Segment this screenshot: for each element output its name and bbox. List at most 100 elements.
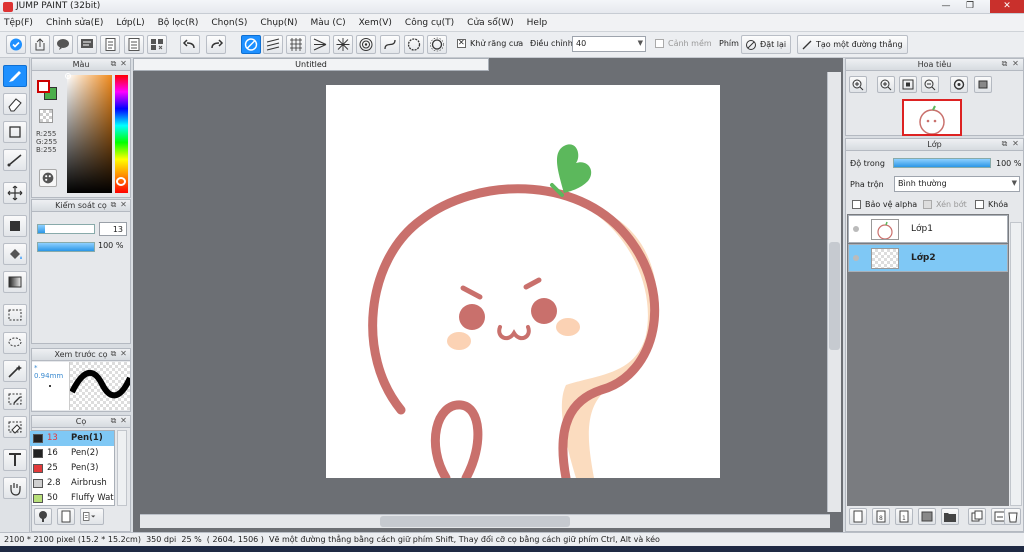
export-icon[interactable] <box>30 35 50 54</box>
menu-select[interactable]: Chọn(S) <box>211 18 247 28</box>
undo-icon[interactable] <box>180 35 200 54</box>
zoom-out-button[interactable] <box>921 76 939 93</box>
brush-size-slider[interactable] <box>37 224 95 234</box>
navigator-thumbnail[interactable] <box>902 99 962 136</box>
curve-ruler-icon[interactable] <box>380 35 400 54</box>
brush-list-scrollbar[interactable] <box>117 430 127 506</box>
panel-close-icon[interactable]: ✕ <box>1011 140 1020 149</box>
layer-opacity-slider[interactable] <box>893 158 991 168</box>
brush-item[interactable]: 50 Fluffy Wat <box>30 491 114 506</box>
clip-checkbox[interactable] <box>923 200 932 209</box>
reset-view-button[interactable] <box>974 76 992 93</box>
document-icon[interactable] <box>100 35 120 54</box>
panel-float-icon[interactable]: ⧉ <box>109 201 118 210</box>
line-tool[interactable] <box>3 149 27 171</box>
brush-item[interactable]: 16 Pen(2) <box>30 446 114 461</box>
menu-filter[interactable]: Bộ lọc(R) <box>158 18 199 28</box>
canvas-horizontal-scrollbar[interactable] <box>140 514 830 528</box>
brush-tool[interactable] <box>3 65 27 87</box>
new-folder-button[interactable] <box>941 508 959 525</box>
panel-float-icon[interactable]: ⧉ <box>109 417 118 426</box>
new-layer-button[interactable] <box>849 508 867 525</box>
select-eraser-tool[interactable] <box>3 416 27 438</box>
warning-checkbox[interactable] <box>655 39 664 48</box>
color-saturation-field[interactable] <box>67 75 112 193</box>
add-brush-button[interactable] <box>34 508 52 525</box>
magic-wand-tool[interactable] <box>3 360 27 382</box>
protect-alpha-checkbox[interactable] <box>852 200 861 209</box>
copy-layer-button[interactable] <box>968 508 986 525</box>
concentric-circle-icon[interactable] <box>356 35 376 54</box>
move-tool[interactable] <box>3 182 27 204</box>
reset-button[interactable]: Đặt lại <box>741 35 792 54</box>
transparent-color-swatch[interactable] <box>39 109 53 123</box>
panel-close-icon[interactable]: ✕ <box>119 417 128 426</box>
menu-layer[interactable]: Lớp(L) <box>116 18 144 28</box>
hue-slider[interactable] <box>115 75 128 193</box>
panel-float-icon[interactable]: ⧉ <box>1000 140 1009 149</box>
vertical-scroll-thumb[interactable] <box>829 242 840 350</box>
adjust-select[interactable]: 40 ▼ <box>572 36 646 52</box>
zoom-in-button[interactable] <box>877 76 895 93</box>
gear-ruler-icon[interactable] <box>427 35 447 54</box>
maximize-button[interactable]: ❐ <box>959 0 981 13</box>
no-ruler-icon[interactable] <box>241 35 261 54</box>
brush-opacity-slider[interactable] <box>37 242 95 252</box>
horizontal-scroll-thumb[interactable] <box>380 516 570 527</box>
new-brush-button[interactable] <box>57 508 75 525</box>
document-tab[interactable]: Untitled <box>133 58 489 71</box>
radial-lines-icon[interactable] <box>333 35 353 54</box>
rectangle-tool[interactable] <box>3 121 27 143</box>
menu-file[interactable]: Tệp(F) <box>4 18 33 28</box>
menu-tools[interactable]: Công cụ(T) <box>405 18 454 28</box>
select-rect-tool[interactable] <box>3 304 27 326</box>
brush-item[interactable]: 2.8 Airbrush <box>30 476 114 491</box>
bucket-tool[interactable] <box>3 243 27 265</box>
brush-menu-button[interactable] <box>80 508 104 525</box>
perspective-icon[interactable] <box>310 35 330 54</box>
zoom-in-small-button[interactable] <box>849 76 867 93</box>
rotate-button[interactable] <box>950 76 968 93</box>
close-button[interactable]: ✕ <box>990 0 1024 13</box>
drawing-canvas[interactable] <box>326 85 720 483</box>
menu-window[interactable]: Cửa sổ(W) <box>467 18 513 28</box>
document-list-icon[interactable] <box>124 35 144 54</box>
brush-item[interactable]: 13 Pen(1) <box>30 431 114 446</box>
panel-float-icon[interactable]: ⧉ <box>1000 60 1009 69</box>
message-icon[interactable] <box>77 35 97 54</box>
hand-tool[interactable] <box>3 477 27 499</box>
menu-view[interactable]: Xem(V) <box>359 18 392 28</box>
menu-edit[interactable]: Chỉnh sửa(E) <box>46 18 103 28</box>
layer-list-scrollbar[interactable] <box>1010 222 1022 506</box>
grid-settings-icon[interactable] <box>147 35 167 54</box>
panel-close-icon[interactable]: ✕ <box>119 60 128 69</box>
panel-float-icon[interactable]: ⧉ <box>109 350 118 359</box>
antialias-checkbox[interactable] <box>457 38 466 48</box>
new-layer-1bit-button[interactable]: 1 <box>895 508 913 525</box>
eraser-tool[interactable] <box>3 93 27 115</box>
blend-mode-select[interactable]: Bình thường ▼ <box>894 176 1020 192</box>
color-picker-cursor[interactable] <box>65 73 71 79</box>
gradient-tool[interactable] <box>3 271 27 293</box>
panel-close-icon[interactable]: ✕ <box>1011 60 1020 69</box>
minimize-button[interactable]: — <box>935 0 957 13</box>
brush-item[interactable]: 25 Pen(3) <box>30 461 114 476</box>
visibility-icon[interactable] <box>853 226 859 232</box>
halftone-layer-button[interactable] <box>918 508 936 525</box>
menu-help[interactable]: Help <box>527 18 548 28</box>
hue-slider-handle[interactable] <box>116 177 126 186</box>
text-tool[interactable] <box>3 449 27 471</box>
palette-button[interactable] <box>39 169 57 187</box>
brush-size-input[interactable]: 13 <box>99 222 127 236</box>
visibility-icon[interactable] <box>853 255 859 261</box>
delete-layer-button[interactable] <box>1004 508 1021 525</box>
fit-screen-button[interactable] <box>899 76 917 93</box>
canvas-vertical-scrollbar[interactable] <box>827 72 841 512</box>
parallel-lines-icon[interactable] <box>263 35 283 54</box>
lock-checkbox[interactable] <box>975 200 984 209</box>
select-pen-tool[interactable] <box>3 388 27 410</box>
fill-rect-tool[interactable] <box>3 215 27 237</box>
redo-icon[interactable] <box>206 35 226 54</box>
grid-ruler-icon[interactable] <box>286 35 306 54</box>
lasso-tool[interactable] <box>3 332 27 354</box>
